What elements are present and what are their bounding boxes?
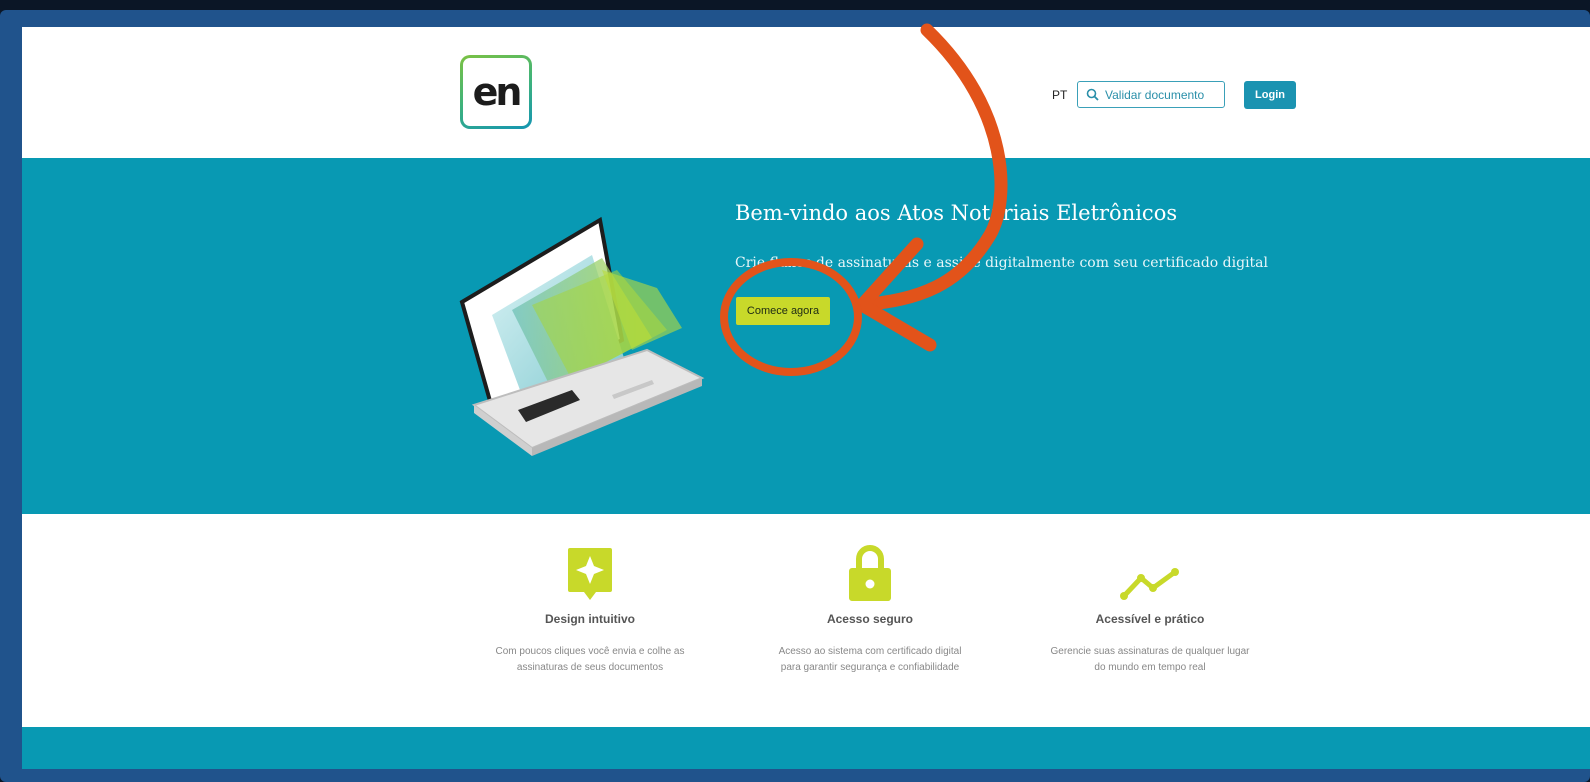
validate-document-button[interactable]: Validar documento	[1077, 81, 1225, 108]
feature-description: Gerencie suas assinaturas de qualquer lu…	[1050, 646, 1250, 673]
feature-accessible: Acessível e prático Gerencie suas assina…	[1030, 544, 1270, 676]
search-icon	[1086, 88, 1099, 101]
validate-document-label: Validar documento	[1105, 87, 1205, 102]
laptop-book-illustration	[459, 216, 705, 456]
language-selector[interactable]: PT	[1052, 88, 1067, 102]
login-button[interactable]: Login	[1244, 81, 1296, 109]
footer-band	[22, 727, 1590, 769]
feature-title: Design intuitivo	[545, 612, 635, 626]
lock-icon	[849, 545, 891, 601]
en-logo[interactable]: en	[460, 55, 532, 129]
feature-design: Design intuitivo Com poucos cliques você…	[470, 544, 710, 676]
feature-description: Acesso ao sistema com certificado digita…	[778, 646, 962, 673]
feature-title: Acesso seguro	[826, 612, 914, 626]
site-header: en PT Validar documento Login	[22, 27, 1590, 158]
feature-description: Com poucos cliques você envia e colhe as…	[495, 646, 685, 673]
logo-text: en	[463, 58, 529, 126]
feature-title: Acessível e prático	[1095, 612, 1205, 626]
sparkle-badge-icon	[568, 548, 612, 600]
hero-subtitle: Crie fluxos de assinaturas e assine digi…	[735, 255, 1268, 271]
start-now-button[interactable]: Comece agora	[736, 297, 830, 325]
hero-section: Bem-vindo aos Atos Notariais Eletrônicos…	[22, 158, 1590, 514]
feature-secure: Acesso seguro Acesso ao sistema com cert…	[750, 544, 990, 676]
hero-title: Bem-vindo aos Atos Notariais Eletrônicos	[735, 201, 1178, 225]
browser-screen: en PT Validar documento Login Bem-vindo …	[22, 27, 1590, 769]
trend-line-icon	[1120, 568, 1179, 600]
features-section: Design intuitivo Com poucos cliques você…	[22, 514, 1590, 727]
